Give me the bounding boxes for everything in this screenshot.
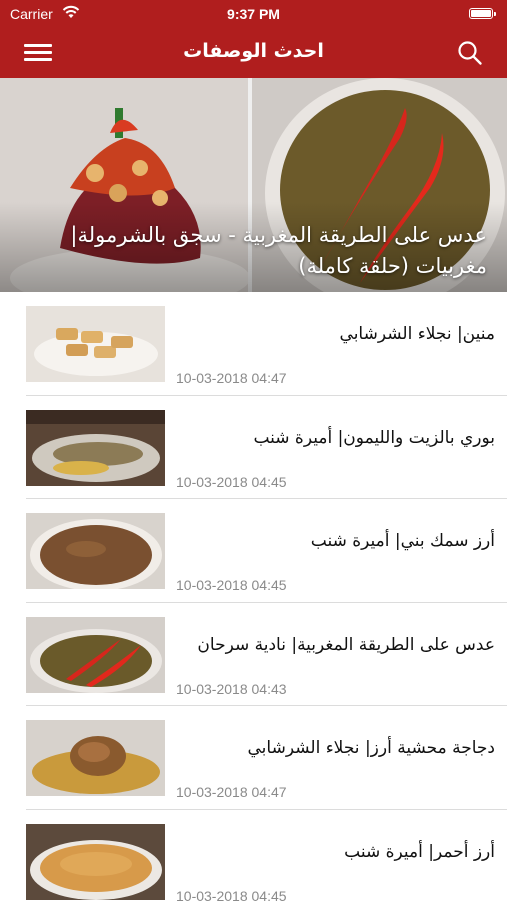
recipe-thumbnail (26, 306, 165, 382)
recipe-list-item[interactable]: أرز سمك بني| أميرة شنب 10-03-2018 04:45 (0, 499, 507, 603)
recipe-date: 10-03-2018 04:45 (176, 474, 287, 490)
battery-icon (469, 8, 493, 19)
hamburger-menu-button[interactable] (24, 41, 52, 65)
recipe-list-item[interactable]: منين| نجلاء الشرشابي 10-03-2018 04:47 (0, 292, 507, 396)
recipe-thumbnail (26, 720, 165, 796)
navigation-bar: احدث الوصفات (0, 28, 507, 78)
clock: 9:37 PM (0, 6, 507, 22)
recipe-date: 10-03-2018 04:47 (176, 370, 287, 386)
recipe-title: أرز أحمر| أميرة شنب (176, 842, 495, 862)
recipe-thumbnail (26, 824, 165, 900)
recipe-list-item[interactable]: أرز أحمر| أميرة شنب 10-03-2018 04:45 (0, 810, 507, 913)
featured-recipe-title: عدس على الطريقة المغربية - سجق بالشرمولة… (12, 220, 487, 282)
recipe-list-item[interactable]: دجاجة محشية أرز| نجلاء الشرشابي 10-03-20… (0, 706, 507, 810)
recipe-list-item[interactable]: عدس على الطريقة المغربية| نادية سرحان 10… (0, 603, 507, 707)
recipe-title: دجاجة محشية أرز| نجلاء الشرشابي (176, 738, 495, 758)
recipe-title: منين| نجلاء الشرشابي (176, 324, 495, 344)
page-title: احدث الوصفات (60, 40, 447, 62)
recipe-title: أرز سمك بني| أميرة شنب (176, 531, 495, 551)
search-icon[interactable] (457, 40, 483, 66)
recipe-date: 10-03-2018 04:45 (176, 577, 287, 593)
recipe-thumbnail (26, 410, 165, 486)
recipe-date: 10-03-2018 04:47 (176, 784, 287, 800)
recipe-date: 10-03-2018 04:43 (176, 681, 287, 697)
recipe-list: منين| نجلاء الشرشابي 10-03-2018 04:47 بو… (0, 292, 507, 913)
recipe-thumbnail (26, 617, 165, 693)
status-bar: Carrier 9:37 PM (0, 0, 507, 28)
recipe-thumbnail (26, 513, 165, 589)
recipe-list-item[interactable]: بوري بالزيت والليمون| أميرة شنب 10-03-20… (0, 396, 507, 500)
recipe-date: 10-03-2018 04:45 (176, 888, 287, 904)
featured-recipe-banner[interactable]: عدس على الطريقة المغربية - سجق بالشرمولة… (0, 78, 507, 292)
recipe-title: بوري بالزيت والليمون| أميرة شنب (176, 428, 495, 448)
recipe-title: عدس على الطريقة المغربية| نادية سرحان (176, 635, 495, 655)
